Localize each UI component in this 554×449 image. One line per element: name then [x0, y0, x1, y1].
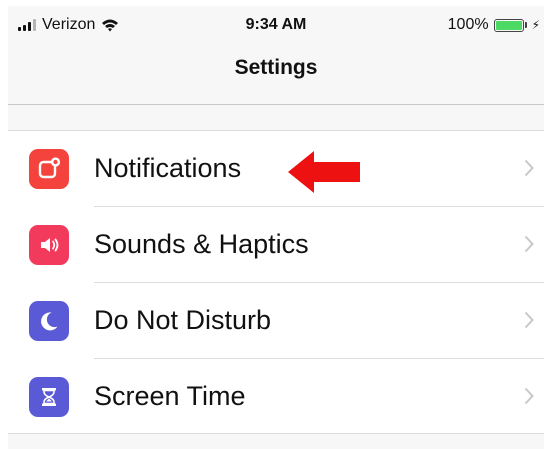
settings-row-notifications[interactable]: Notifications — [8, 131, 544, 207]
nav-bar-divider — [8, 104, 544, 105]
settings-row-do-not-disturb[interactable]: Do Not Disturb — [8, 283, 544, 359]
moon-icon — [29, 301, 69, 341]
status-right: 100% ⚡︎ — [448, 16, 540, 34]
speaker-icon — [29, 225, 69, 265]
battery-level-fill — [495, 20, 522, 30]
settings-row-label: Do Not Disturb — [94, 305, 272, 335]
settings-row-label: Notifications — [94, 153, 242, 183]
hourglass-icon — [29, 377, 69, 417]
chevron-right-icon — [524, 159, 534, 177]
settings-row-label: Sounds & Haptics — [94, 229, 309, 259]
charging-bolt-icon: ⚡︎ — [531, 18, 540, 32]
settings-group: Notifications Sounds & Haptics Do Not Di… — [8, 130, 544, 434]
settings-screen: Verizon 9:34 AM 100% ⚡︎ Settings Notific… — [8, 6, 544, 449]
battery-icon — [493, 18, 524, 32]
battery-percent: 100% — [447, 16, 489, 33]
chevron-right-icon — [524, 387, 534, 405]
notifications-icon — [29, 149, 69, 189]
chevron-right-icon — [524, 235, 534, 253]
red-arrow-annotation — [288, 151, 360, 193]
page-title: Settings — [234, 56, 318, 79]
chevron-right-icon — [524, 311, 534, 329]
settings-row-screen-time[interactable]: Screen Time — [8, 359, 544, 435]
battery-nub — [524, 22, 527, 28]
settings-row-label: Screen Time — [94, 381, 246, 411]
settings-row-sounds-haptics[interactable]: Sounds & Haptics — [8, 207, 544, 283]
status-bar: Verizon 9:34 AM 100% ⚡︎ — [8, 6, 544, 44]
